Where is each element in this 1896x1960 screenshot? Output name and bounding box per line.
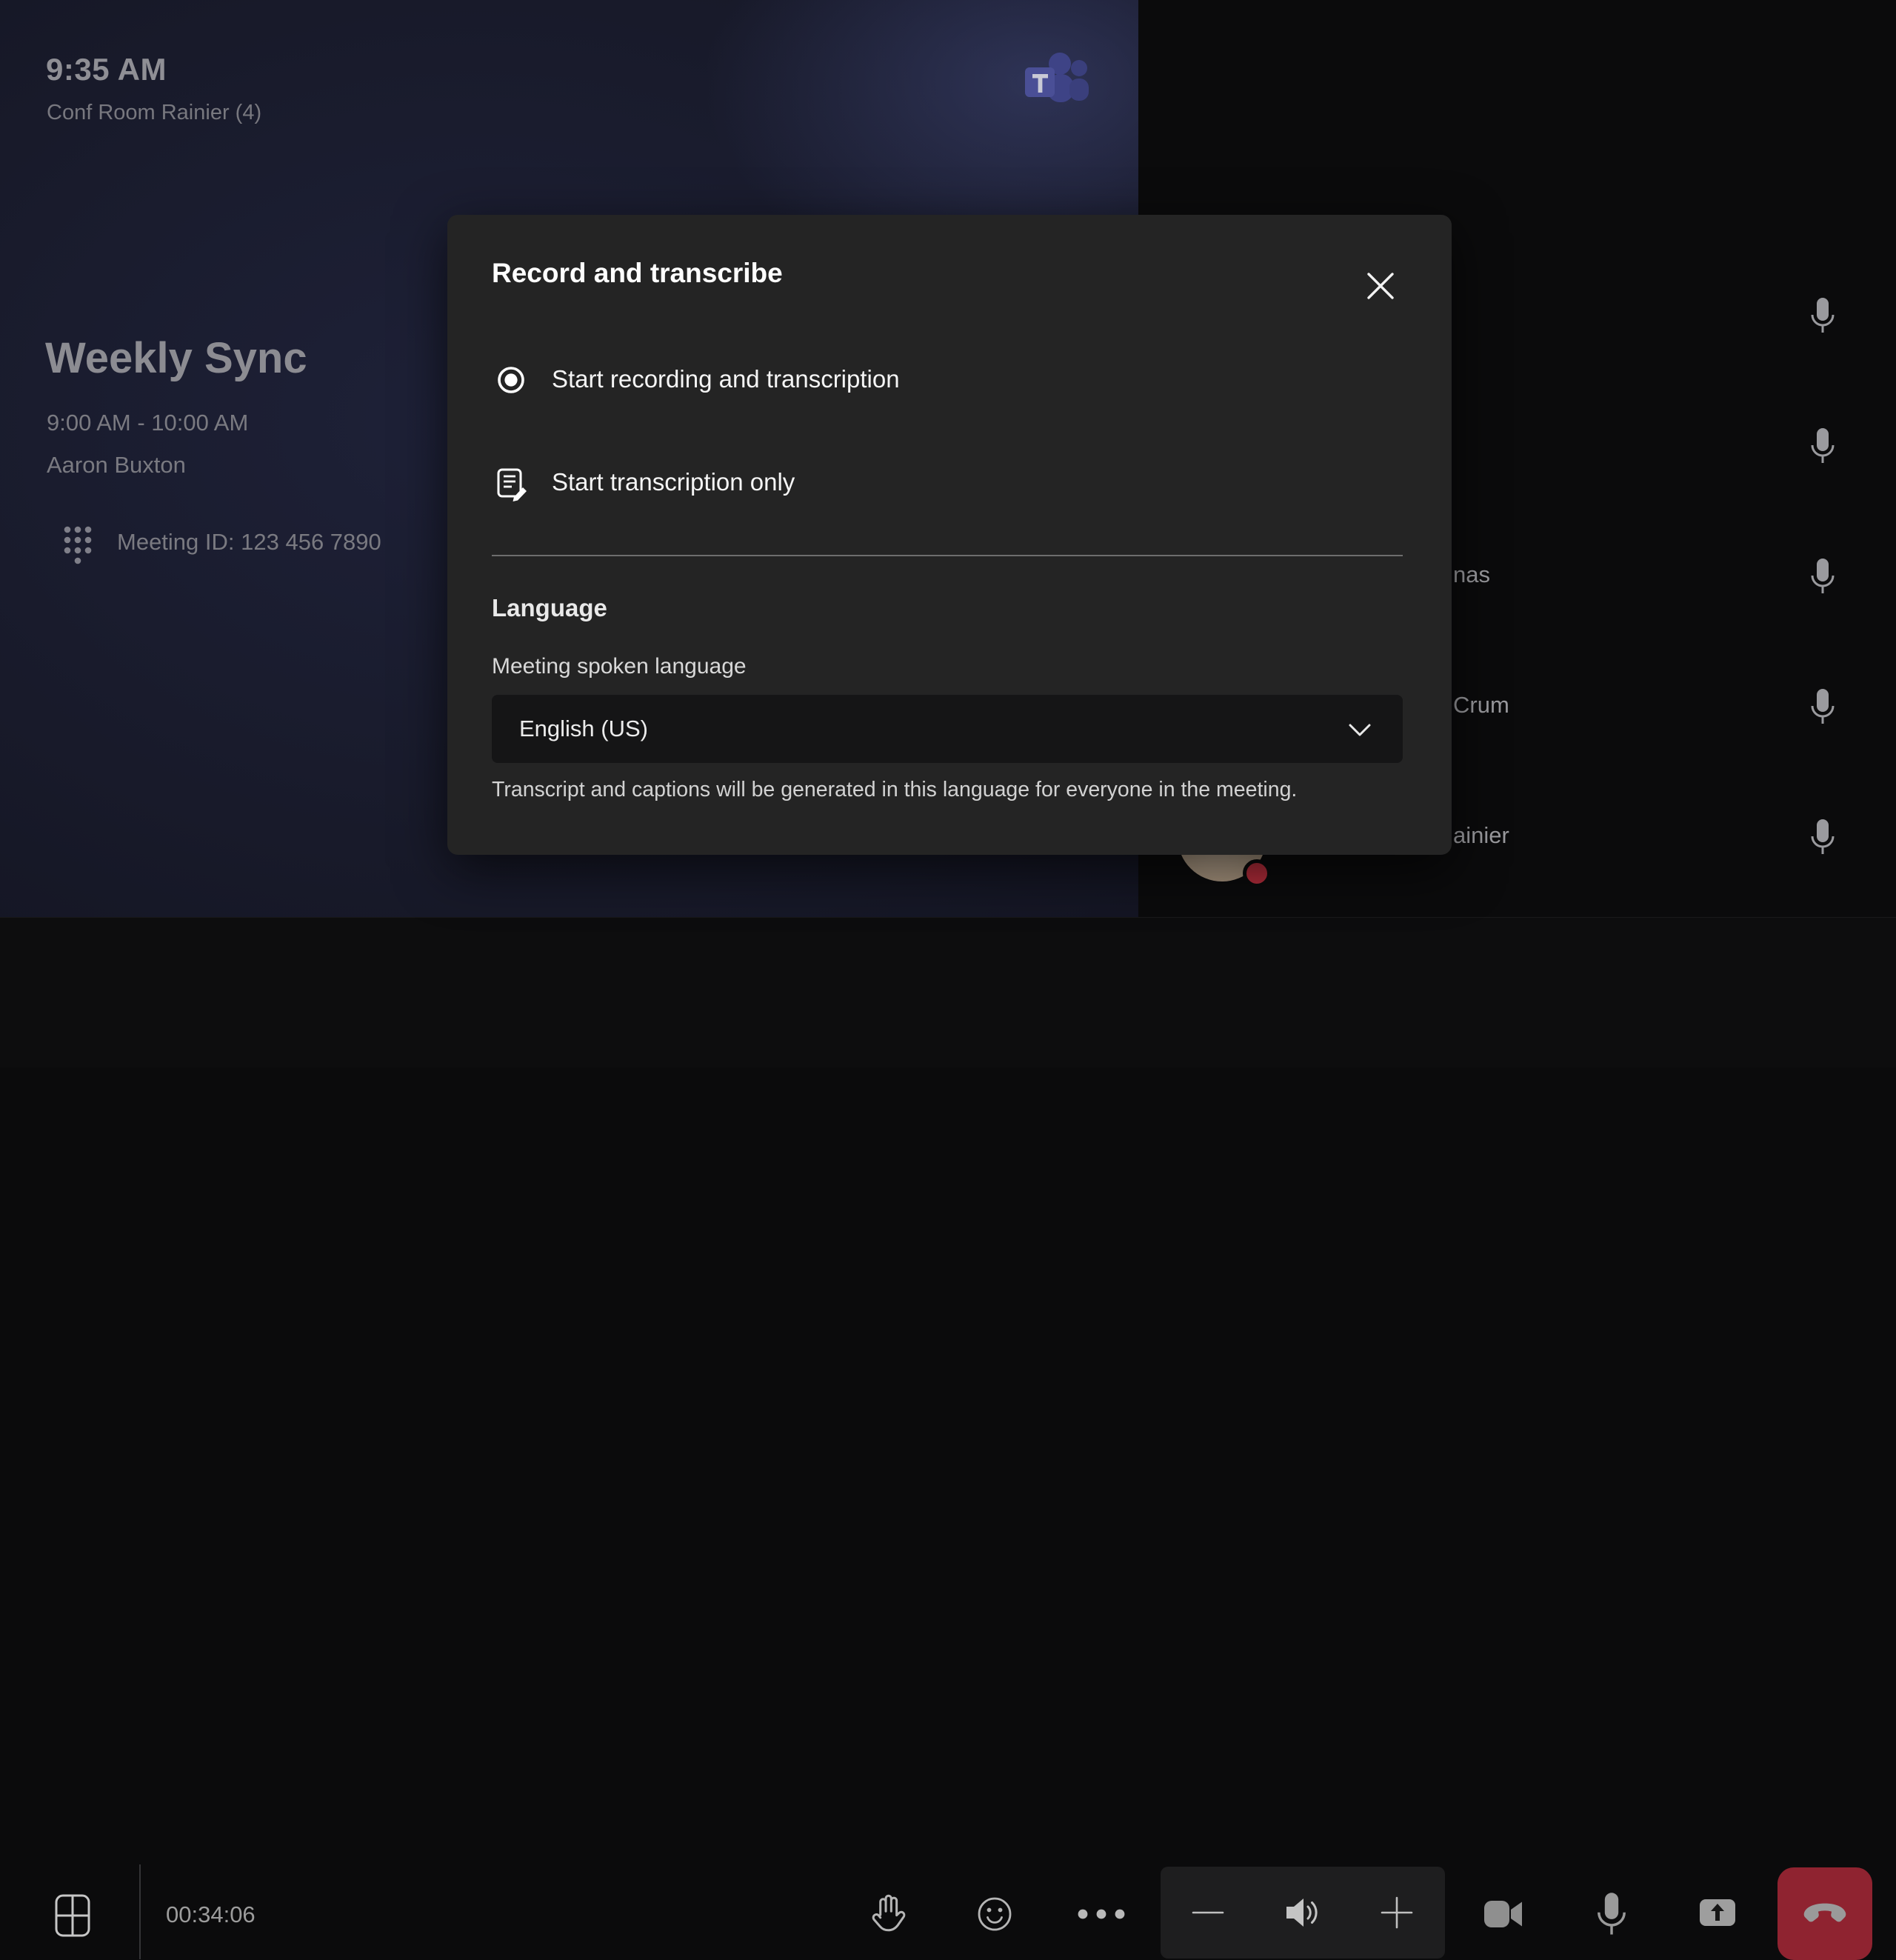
speaker-icon	[1283, 1894, 1323, 1931]
meeting-organizer: Aaron Buxton	[47, 452, 186, 479]
more-dots-icon	[1076, 1907, 1126, 1921]
mic-icon[interactable]	[1807, 296, 1838, 336]
participant-name: nas	[1453, 561, 1490, 588]
hang-up-button[interactable]	[1778, 1867, 1872, 1960]
mic-icon[interactable]	[1807, 556, 1838, 596]
language-heading: Language	[492, 594, 607, 622]
option-start-transcription-only[interactable]: Start transcription only	[492, 456, 1403, 510]
mic-icon[interactable]	[1807, 687, 1838, 727]
layout-grid-icon	[54, 1893, 91, 1938]
volume-up-icon	[1379, 1894, 1415, 1931]
camera-button[interactable]	[1483, 1896, 1526, 1933]
volume-down-button[interactable]	[1190, 1894, 1226, 1931]
meeting-time-range: 9:00 AM - 10:00 AM	[47, 410, 248, 436]
emoji-reactions-button[interactable]	[976, 1896, 1013, 1933]
layout-grid-button[interactable]	[52, 1893, 93, 1940]
raise-hand-icon	[868, 1893, 909, 1936]
hang-up-icon	[1800, 1901, 1849, 1927]
dialpad-icon	[61, 523, 95, 564]
dialog-divider	[492, 555, 1403, 556]
meeting-id: Meeting ID: 123 456 7890	[117, 529, 381, 556]
share-tray-icon	[1699, 1899, 1736, 1927]
emoji-icon	[976, 1896, 1013, 1933]
language-select[interactable]: English (US)	[492, 695, 1403, 763]
participant-name: Crum	[1453, 692, 1509, 719]
camera-icon	[1483, 1896, 1526, 1933]
participant-name: ainier	[1453, 822, 1509, 849]
transcript-icon	[495, 467, 530, 502]
language-field-label: Meeting spoken language	[492, 654, 747, 679]
volume-down-icon	[1190, 1894, 1226, 1931]
mic-icon[interactable]	[1807, 817, 1838, 857]
language-helper-text: Transcript and captions will be generate…	[492, 778, 1410, 802]
teams-logo-icon	[1018, 47, 1092, 116]
more-options-button[interactable]	[1076, 1907, 1126, 1921]
call-timer: 00:34:06	[166, 1901, 256, 1928]
close-icon	[1364, 270, 1397, 302]
record-icon	[495, 364, 527, 396]
raise-hand-button[interactable]	[868, 1893, 909, 1936]
dialog-title: Record and transcribe	[492, 258, 783, 289]
option-label: Start recording and transcription	[552, 365, 900, 393]
microphone-button[interactable]	[1594, 1891, 1629, 1937]
speaker-button[interactable]	[1283, 1894, 1323, 1931]
call-bar: 00:34:06	[0, 917, 1896, 1067]
room-clock: 9:35 AM	[46, 52, 167, 87]
mic-icon	[1594, 1891, 1629, 1937]
option-label: Start transcription only	[552, 468, 795, 496]
language-selected-value: English (US)	[519, 716, 648, 742]
option-start-recording-and-transcription[interactable]: Start recording and transcription	[492, 353, 1403, 407]
close-button[interactable]	[1364, 270, 1397, 302]
volume-up-button[interactable]	[1379, 1894, 1415, 1931]
mic-icon[interactable]	[1807, 426, 1838, 466]
presence-busy-badge	[1243, 859, 1271, 887]
chevron-down-icon	[1348, 723, 1372, 738]
record-transcribe-dialog: Record and transcribe Start recording an…	[447, 215, 1452, 855]
share-tray-button[interactable]	[1699, 1899, 1736, 1927]
meeting-title: Weekly Sync	[45, 333, 307, 383]
room-name: Conf Room Rainier (4)	[47, 101, 261, 125]
call-bar-divider	[139, 1864, 141, 1959]
